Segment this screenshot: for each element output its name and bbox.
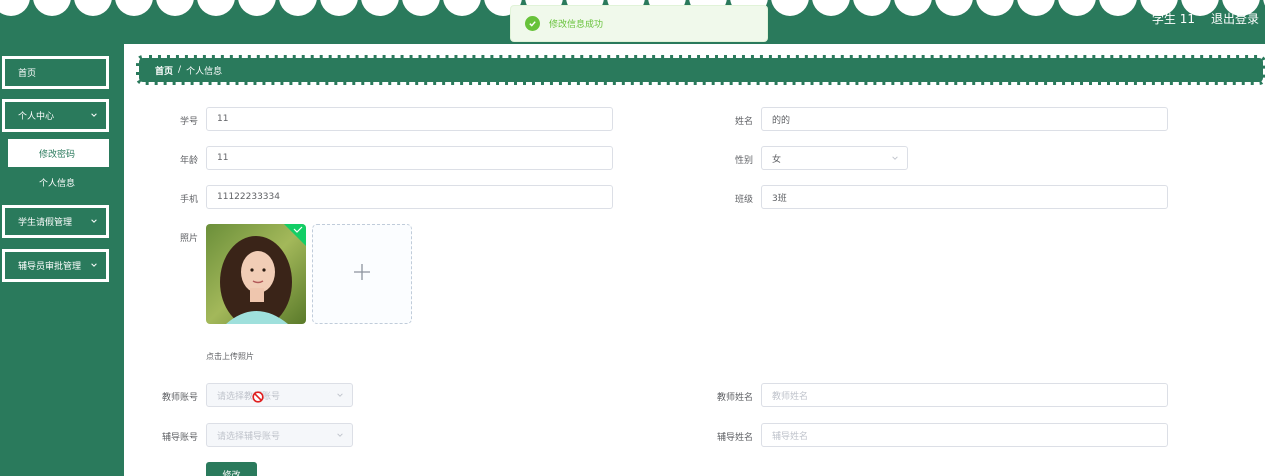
counselor-account-placeholder: 请选择辅导账号 <box>217 431 281 442</box>
chevron-down-icon <box>336 391 344 401</box>
header-scallop <box>812 0 850 16</box>
sidebar-item-label: 学生请假管理 <box>18 218 73 228</box>
header-scallop <box>976 0 1014 16</box>
header-scallop <box>1017 0 1055 16</box>
teacher-name-label: 教师姓名 <box>716 393 753 403</box>
student-no-field[interactable]: 11 <box>206 107 613 131</box>
check-circle-icon <box>525 16 540 31</box>
teacher-account-placeholder: 请选择教师账号 <box>217 391 281 402</box>
sidebar-item-counselor-approval[interactable]: 辅导员审批管理 <box>2 249 109 282</box>
header-scallop <box>238 0 276 16</box>
breadcrumb: 首页 / 个人信息 <box>136 55 1265 85</box>
upload-hint: 点击上传照片 <box>206 352 254 361</box>
header-scallop <box>279 0 317 16</box>
age-label: 年龄 <box>179 156 198 166</box>
sidebar-item-personal-center[interactable]: 个人中心 <box>2 99 109 132</box>
header-scallop <box>156 0 194 16</box>
photo-label: 照片 <box>179 234 198 244</box>
photo-upload-button[interactable] <box>312 224 412 324</box>
header-scallop <box>443 0 481 16</box>
teacher-account-label: 教师账号 <box>161 393 198 403</box>
success-toast: 修改信息成功 <box>510 5 768 42</box>
class-value: 3班 <box>772 193 787 204</box>
not-allowed-cursor-icon <box>252 388 264 407</box>
sidebar-subitem-change-password[interactable]: 修改密码 <box>8 139 109 167</box>
sidebar: 首页 个人中心 修改密码 个人信息 学生请假管理 辅导员审批管理 <box>0 44 124 476</box>
plus-icon <box>353 263 371 285</box>
chevron-down-icon <box>90 261 98 271</box>
student-no-label: 学号 <box>179 117 198 127</box>
name-label: 姓名 <box>734 117 753 127</box>
breadcrumb-separator: / <box>178 65 182 75</box>
header-scallop <box>771 0 809 16</box>
gender-select[interactable]: 女 <box>761 146 908 170</box>
header-scallop <box>935 0 973 16</box>
class-field[interactable]: 3班 <box>761 185 1168 209</box>
submit-button[interactable]: 修改 <box>206 462 257 476</box>
sidebar-item-label: 个人中心 <box>18 112 55 122</box>
class-label: 班级 <box>734 195 753 205</box>
header-scallop <box>115 0 153 16</box>
header-scallop <box>894 0 932 16</box>
chevron-down-icon <box>90 217 98 227</box>
toast-message: 修改信息成功 <box>549 20 604 30</box>
sidebar-item-home[interactable]: 首页 <box>2 56 109 89</box>
counselor-name-label: 辅导姓名 <box>716 433 753 443</box>
chevron-down-icon <box>336 431 344 441</box>
sidebar-subitem-personal-info[interactable]: 个人信息 <box>8 168 109 196</box>
sidebar-item-label: 首页 <box>18 69 37 79</box>
gender-value: 女 <box>772 154 782 165</box>
main-content: 首页 / 个人信息 学号 11 姓名 的的 年龄 11 性别 女 手机 1112… <box>124 44 1265 476</box>
header-scallop <box>853 0 891 16</box>
age-value: 11 <box>217 153 229 163</box>
header-scallop <box>1099 0 1137 16</box>
teacher-name-placeholder: 教师姓名 <box>772 391 809 402</box>
phone-field[interactable]: 11122233334 <box>206 185 613 209</box>
breadcrumb-current: 个人信息 <box>186 66 223 77</box>
teacher-account-select[interactable]: 请选择教师账号 <box>206 383 353 407</box>
header-scallop <box>74 0 112 16</box>
phone-label: 手机 <box>179 195 198 205</box>
name-value: 的的 <box>772 115 791 126</box>
header-scallop <box>402 0 440 16</box>
header-scallop <box>320 0 358 16</box>
logout-button[interactable]: 退出登录 <box>1211 10 1259 27</box>
counselor-account-label: 辅导账号 <box>161 433 198 443</box>
name-field[interactable]: 的的 <box>761 107 1168 131</box>
header-scallop <box>0 0 30 16</box>
header-scallop <box>1058 0 1096 16</box>
teacher-name-field[interactable]: 教师姓名 <box>761 383 1168 407</box>
sidebar-item-student-leave[interactable]: 学生请假管理 <box>2 205 109 238</box>
header-scallop <box>361 0 399 16</box>
gender-label: 性别 <box>734 156 753 166</box>
chevron-down-icon <box>891 154 899 164</box>
age-field[interactable]: 11 <box>206 146 613 170</box>
phone-value: 11122233334 <box>217 192 280 202</box>
counselor-name-field[interactable]: 辅导姓名 <box>761 423 1168 447</box>
student-no-value: 11 <box>217 114 229 124</box>
counselor-name-placeholder: 辅导姓名 <box>772 431 809 442</box>
username: 学生 11 <box>1151 12 1195 26</box>
header-scallop <box>33 0 71 16</box>
counselor-account-select[interactable]: 请选择辅导账号 <box>206 423 353 447</box>
sidebar-item-label: 修改密码 <box>39 149 76 160</box>
profile-photo[interactable] <box>206 224 306 324</box>
chevron-down-icon <box>90 111 98 121</box>
user-info: 学生 11 退出登录 <box>1152 10 1259 27</box>
sidebar-item-label: 个人信息 <box>39 178 76 189</box>
header-scallop <box>197 0 235 16</box>
breadcrumb-home[interactable]: 首页 <box>155 64 173 77</box>
sidebar-item-label: 辅导员审批管理 <box>18 262 82 272</box>
